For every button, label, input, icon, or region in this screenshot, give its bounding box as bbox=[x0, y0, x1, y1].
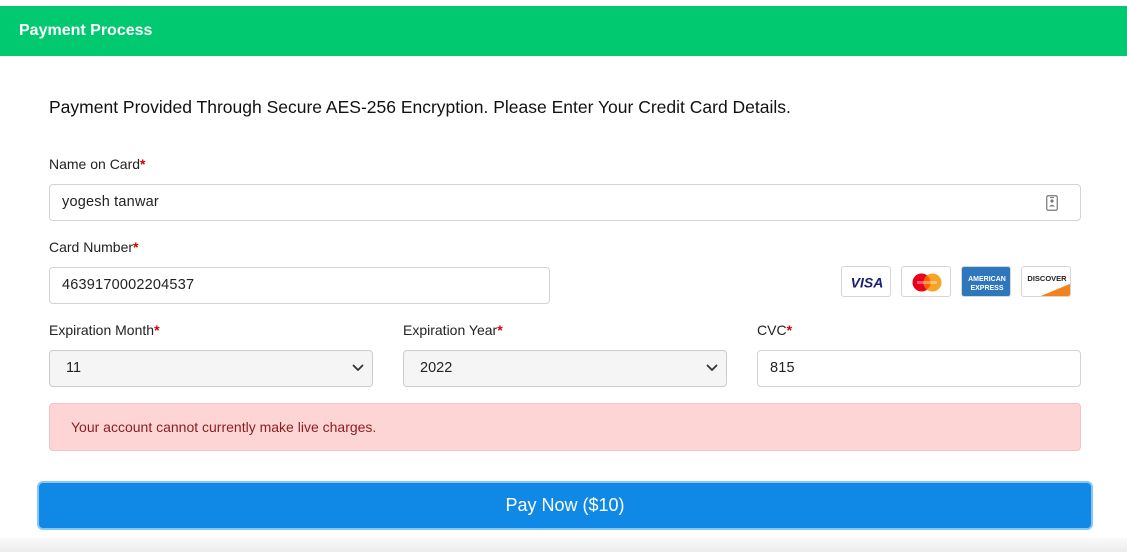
american-express-icon: AMERICAN EXPRESS bbox=[961, 266, 1011, 297]
contact-autofill-icon[interactable] bbox=[1046, 195, 1058, 211]
expiration-month-label: Expiration Month* bbox=[49, 322, 160, 338]
card-number-label: Card Number* bbox=[49, 239, 139, 255]
svg-text:VISA: VISA bbox=[851, 275, 884, 291]
chevron-down-icon bbox=[706, 364, 718, 371]
card-number-input[interactable]: 4639170002204537 bbox=[49, 267, 550, 304]
intro-text: Payment Provided Through Secure AES-256 … bbox=[49, 97, 791, 117]
expiration-year-select[interactable]: 2022 bbox=[403, 350, 727, 387]
payment-page: Payment Process Payment Provided Through… bbox=[0, 0, 1127, 552]
cvc-input[interactable]: 815 bbox=[757, 350, 1081, 387]
discover-icon: DISCOVER bbox=[1021, 266, 1071, 297]
alert-message: Your account cannot currently make live … bbox=[71, 419, 377, 435]
name-on-card-label: Name on Card* bbox=[49, 156, 146, 172]
header-title: Payment Process bbox=[19, 22, 153, 39]
required-mark: * bbox=[154, 322, 160, 338]
expiration-year-label: Expiration Year* bbox=[403, 322, 503, 338]
required-mark: * bbox=[140, 156, 146, 172]
svg-text:DISCOVER: DISCOVER bbox=[1027, 274, 1067, 283]
page-header: Payment Process bbox=[0, 6, 1127, 56]
pay-now-button[interactable]: Pay Now ($10) bbox=[37, 481, 1093, 530]
mastercard-icon bbox=[901, 266, 951, 297]
name-on-card-input[interactable]: yogesh tanwar bbox=[49, 184, 1081, 221]
error-alert: Your account cannot currently make live … bbox=[49, 403, 1081, 451]
svg-text:EXPRESS: EXPRESS bbox=[970, 285, 1003, 292]
visa-icon: VISA bbox=[841, 266, 891, 297]
required-mark: * bbox=[133, 239, 139, 255]
svg-text:AMERICAN: AMERICAN bbox=[968, 276, 1006, 283]
expiration-month-select[interactable]: 11 bbox=[49, 350, 373, 387]
cvc-label: CVC* bbox=[757, 322, 793, 338]
chevron-down-icon bbox=[352, 364, 364, 371]
required-mark: * bbox=[497, 322, 503, 338]
page-bottom-shade bbox=[0, 538, 1127, 552]
required-mark: * bbox=[786, 322, 793, 338]
